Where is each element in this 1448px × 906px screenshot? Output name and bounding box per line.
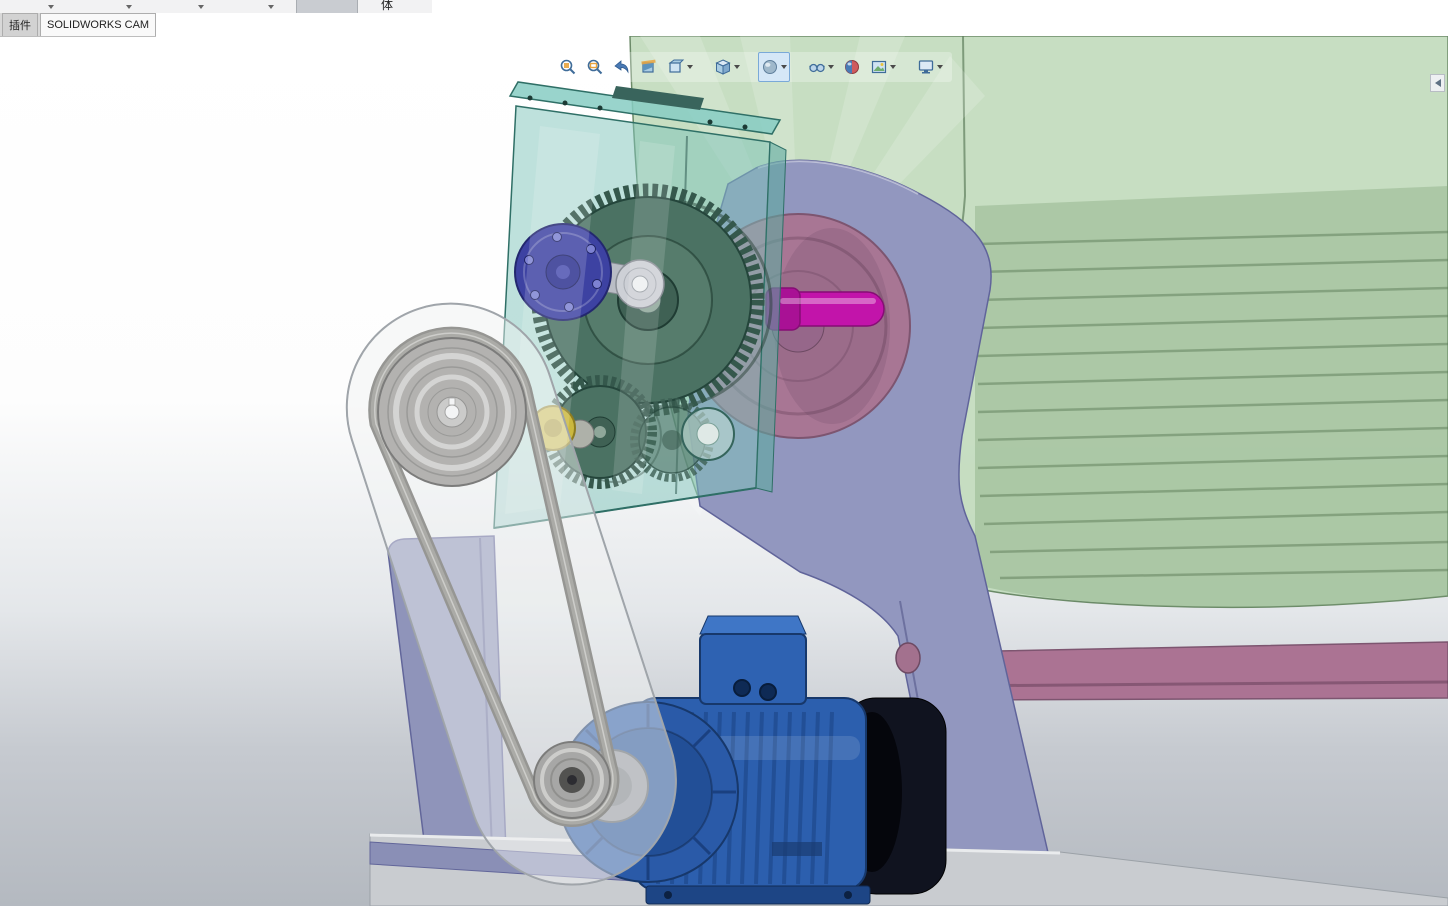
apply-scene-icon [871,60,887,74]
view-settings-icon [918,60,934,74]
hide-show-items-icon [809,63,825,73]
tab-addins-label: 插件 [9,20,31,32]
display-style-icon [763,60,777,74]
tab-solidworks-cam-label: SOLIDWORKS CAM [47,19,150,31]
apply-scene-dropdown[interactable] [890,65,896,69]
view-settings-button[interactable] [914,52,946,82]
heads-up-view-toolbar [550,52,952,82]
3d-drawing-view-button[interactable] [664,52,696,82]
ribbon-dropdown-caret-1[interactable] [48,5,54,9]
view-settings-dropdown[interactable] [937,65,943,69]
support-beam[interactable] [937,641,1448,701]
display-style-button[interactable] [758,52,790,82]
motor-feet[interactable] [645,885,871,905]
collapse-arrow-icon [1434,79,1441,87]
ribbon-pressed-button[interactable] [296,0,358,13]
commandmanager-tab-strip: 插件 SOLIDWORKS CAM [0,13,157,37]
zoom-to-area-button[interactable] [583,52,607,82]
edit-appearance-icon [845,60,859,74]
3d-drawing-view-icon [668,59,685,73]
zoom-to-fit-button[interactable] [556,52,580,82]
zoom-to-area-icon [587,59,603,75]
ribbon-dropdown-caret-4[interactable] [268,5,274,9]
apply-scene-button[interactable] [867,52,899,82]
zoom-to-fit-icon [560,59,576,75]
tab-solidworks-cam[interactable]: SOLIDWORKS CAM [40,13,157,36]
3d-drawing-view-dropdown[interactable] [687,65,693,69]
tab-addins[interactable]: 插件 [2,13,38,36]
bearing-boss[interactable] [681,407,735,461]
ribbon-group-label-partial: 体 [381,0,394,12]
previous-view-icon [614,60,629,74]
view-orientation-button[interactable] [711,52,743,82]
ribbon-dropdown-caret-2[interactable] [126,5,132,9]
motor-terminal-box[interactable] [699,615,807,705]
previous-view-button[interactable] [610,52,634,82]
hide-show-items-button[interactable] [805,52,837,82]
ribbon-top-fragment: 体 [0,0,432,13]
display-style-dropdown[interactable] [781,65,787,69]
view-orientation-dropdown[interactable] [734,65,740,69]
graphics-viewport[interactable] [0,36,1448,906]
ribbon-dropdown-caret-3[interactable] [198,5,204,9]
featuremanager-pane-toggle[interactable] [1430,74,1445,92]
hide-show-items-dropdown[interactable] [828,65,834,69]
edit-appearance-button[interactable] [840,52,864,82]
section-view-icon [641,59,656,73]
3d-viewport-scene[interactable] [0,36,1448,906]
view-orientation-icon [715,59,731,75]
output-shaft[interactable] [765,287,885,331]
section-view-button[interactable] [637,52,661,82]
